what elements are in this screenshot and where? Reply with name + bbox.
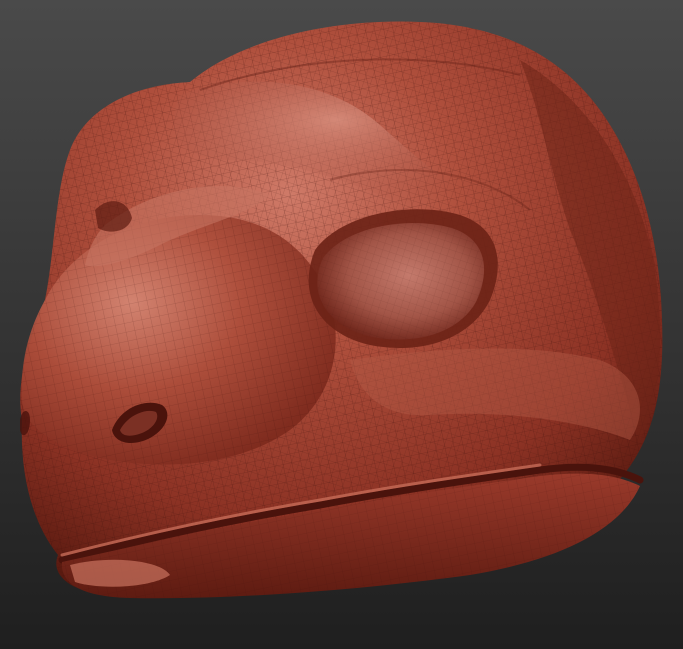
lizard-head-model[interactable] xyxy=(20,21,663,599)
sculpt-canvas[interactable] xyxy=(0,0,683,649)
sculpt-viewport[interactable] xyxy=(0,0,683,649)
